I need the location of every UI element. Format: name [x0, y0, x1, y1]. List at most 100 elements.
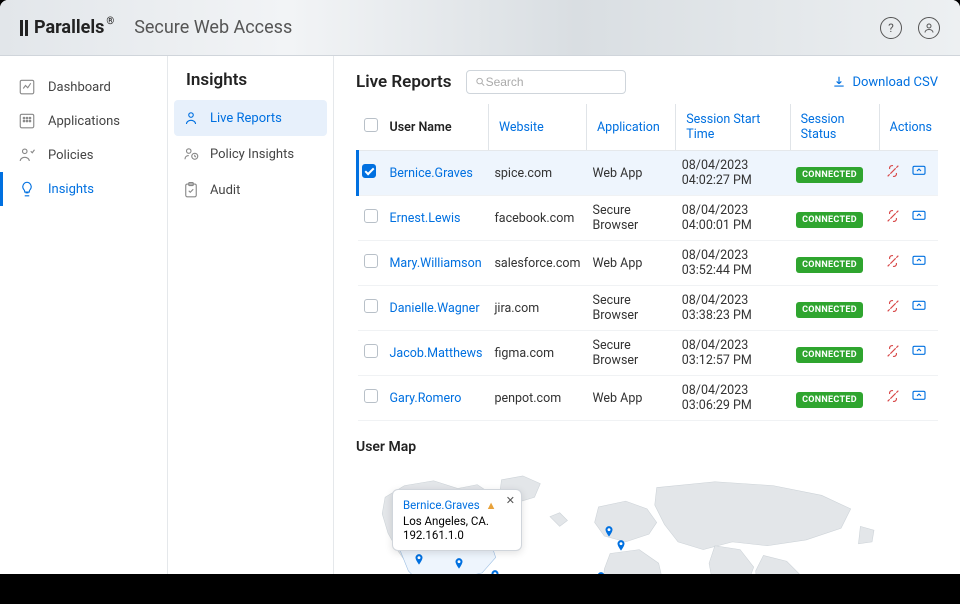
map-tooltip: ✕ Bernice.Graves▲ Los Angeles, CA. 192.1…: [392, 489, 522, 551]
col-session-start[interactable]: Session Start Time: [676, 104, 790, 151]
col-application[interactable]: Application: [587, 104, 676, 151]
nav-label: Dashboard: [48, 80, 111, 95]
screen-action[interactable]: [911, 343, 927, 363]
parallels-bars-icon: [20, 20, 28, 36]
subnav-audit[interactable]: Audit: [168, 172, 333, 208]
map-pin[interactable]: [452, 555, 466, 569]
status-badge: CONNECTED: [796, 302, 863, 318]
status-badge: CONNECTED: [796, 167, 863, 183]
status-badge: CONNECTED: [796, 257, 863, 273]
row-website: figma.com: [488, 331, 586, 376]
select-all-checkbox[interactable]: [364, 118, 378, 132]
primary-nav: Dashboard Applications Policies Insights: [0, 56, 168, 574]
disconnect-action[interactable]: [885, 208, 901, 228]
screen-action-icon: [911, 163, 927, 179]
disconnect-action-icon: [885, 208, 901, 224]
row-checkbox[interactable]: [364, 209, 378, 223]
row-checkbox[interactable]: [364, 299, 378, 313]
disconnect-action[interactable]: [885, 388, 901, 408]
map-pin[interactable]: [488, 567, 502, 574]
nav-label: Policies: [48, 148, 93, 163]
map-pin[interactable]: [614, 537, 628, 551]
table-row[interactable]: Ernest.Lewisfacebook.comSecure Browser08…: [358, 196, 939, 241]
search-box[interactable]: [466, 70, 626, 94]
table-row[interactable]: Gary.Romeropenpot.comWeb App08/04/2023 0…: [358, 376, 939, 421]
table-row[interactable]: Bernice.Gravesspice.comWeb App08/04/2023…: [358, 151, 939, 196]
row-application: Secure Browser: [587, 331, 676, 376]
row-application: Secure Browser: [587, 196, 676, 241]
disconnect-action[interactable]: [885, 343, 901, 363]
table-row[interactable]: Danielle.Wagnerjira.comSecure Browser08/…: [358, 286, 939, 331]
col-user[interactable]: User Name: [384, 104, 489, 151]
nav-dashboard[interactable]: Dashboard: [0, 70, 167, 104]
screen-action-icon: [911, 388, 927, 404]
disconnect-action-icon: [885, 253, 901, 269]
row-website: penpot.com: [488, 376, 586, 421]
row-website: spice.com: [488, 151, 586, 196]
screen-action-icon: [911, 253, 927, 269]
screen-action[interactable]: [911, 388, 927, 408]
nav-applications[interactable]: Applications: [0, 104, 167, 138]
disconnect-action-icon: [885, 343, 901, 359]
col-website[interactable]: Website: [488, 104, 586, 151]
screen-action-icon: [911, 343, 927, 359]
row-website: salesforce.com: [488, 241, 586, 286]
main-content: Live Reports Download CSV User Name Webs…: [334, 56, 960, 574]
tooltip-user: Bernice.Graves: [403, 498, 480, 512]
disconnect-action-icon: [885, 298, 901, 314]
nav-insights[interactable]: Insights: [0, 172, 167, 206]
map-pin[interactable]: [412, 551, 426, 565]
row-website: jira.com: [488, 286, 586, 331]
insights-icon: [18, 180, 36, 198]
secondary-nav-title: Insights: [168, 56, 333, 100]
row-user[interactable]: Mary.Williamson: [390, 256, 482, 271]
tooltip-ip: 192.161.1.0: [403, 528, 511, 542]
row-user[interactable]: Bernice.Graves: [390, 166, 473, 181]
col-session-status[interactable]: Session Status: [790, 104, 879, 151]
row-checkbox[interactable]: [364, 254, 378, 268]
secondary-nav: Insights Live Reports Policy Insights Au…: [168, 56, 334, 574]
download-csv-link[interactable]: Download CSV: [832, 75, 938, 90]
row-checkbox[interactable]: [364, 344, 378, 358]
screen-action[interactable]: [911, 208, 927, 228]
screen-action[interactable]: [911, 253, 927, 273]
disconnect-action[interactable]: [885, 298, 901, 318]
live-reports-table: User Name Website Application Session St…: [356, 104, 938, 421]
tooltip-close-icon[interactable]: ✕: [506, 494, 515, 507]
row-website: facebook.com: [488, 196, 586, 241]
help-icon[interactable]: ?: [880, 17, 902, 39]
product-name: Secure Web Access: [134, 17, 292, 38]
account-icon[interactable]: [918, 17, 940, 39]
search-icon: [475, 76, 486, 88]
row-checkbox[interactable]: [362, 164, 376, 178]
apps-icon: [18, 112, 36, 130]
subnav-policy-insights[interactable]: Policy Insights: [168, 136, 333, 172]
subnav-live-reports[interactable]: Live Reports: [174, 100, 327, 136]
row-user[interactable]: Gary.Romero: [390, 391, 462, 406]
table-row[interactable]: Mary.Williamsonsalesforce.comWeb App08/0…: [358, 241, 939, 286]
map-pin[interactable]: [594, 569, 608, 574]
row-session-start: 08/04/2023 03:06:29 PM: [676, 376, 790, 421]
dashboard-icon: [18, 78, 36, 96]
audit-icon: [182, 181, 200, 199]
screen-action[interactable]: [911, 163, 927, 183]
row-checkbox[interactable]: [364, 389, 378, 403]
disconnect-action-icon: [885, 388, 901, 404]
search-input[interactable]: [486, 75, 617, 89]
disconnect-action[interactable]: [885, 163, 901, 183]
map-pin[interactable]: [602, 523, 616, 537]
screen-action-icon: [911, 298, 927, 314]
row-session-start: 08/04/2023 03:52:44 PM: [676, 241, 790, 286]
user-map[interactable]: ✕ Bernice.Graves▲ Los Angeles, CA. 192.1…: [356, 465, 938, 574]
nav-policies[interactable]: Policies: [0, 138, 167, 172]
row-user[interactable]: Jacob.Matthews: [390, 346, 483, 361]
row-application: Web App: [587, 151, 676, 196]
tooltip-city: Los Angeles, CA.: [403, 514, 511, 528]
disconnect-action[interactable]: [885, 253, 901, 273]
download-icon: [832, 75, 846, 89]
row-user[interactable]: Danielle.Wagner: [390, 301, 480, 316]
table-row[interactable]: Jacob.Matthews figma.comSecure Browser08/…: [358, 331, 939, 376]
screen-action[interactable]: [911, 298, 927, 318]
row-user[interactable]: Ernest.Lewis: [390, 211, 461, 226]
row-session-start: 08/04/2023 03:12:57 PM: [676, 331, 790, 376]
